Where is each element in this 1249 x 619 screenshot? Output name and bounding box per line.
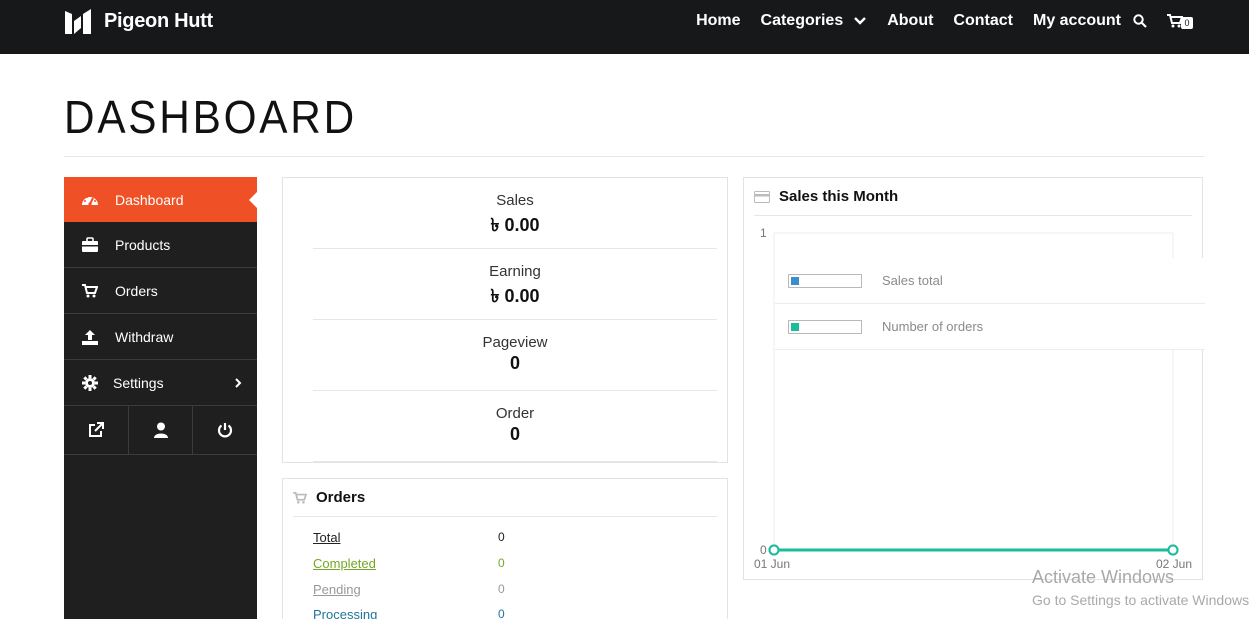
chart-x-tick-label: 01 Jun	[754, 557, 790, 571]
stat-label: Sales	[496, 192, 534, 209]
order-link-pending[interactable]: Pending	[313, 582, 498, 597]
user-icon	[153, 422, 168, 438]
stat-earning: Earning ৳ 0.00	[313, 249, 717, 320]
order-link-processing[interactable]: Processing	[313, 607, 498, 619]
activate-windows-hint: Go to Settings to activate Windows.	[1032, 592, 1249, 608]
upload-icon	[81, 328, 99, 346]
brand-name: Pigeon Hutt	[104, 9, 213, 32]
sidebar-item-label: Products	[115, 236, 171, 253]
stat-pageview: Pageview 0	[313, 320, 717, 391]
stats-panel: Sales ৳ 0.00 Earning ৳ 0.00 Pageview 0 O…	[282, 177, 728, 463]
legend-label: Sales total	[882, 273, 943, 288]
sales-chart-title: Sales this Month	[779, 188, 899, 205]
stat-sales: Sales ৳ 0.00	[313, 178, 717, 249]
top-navbar: Pigeon Hutt Home Categories About Contac…	[0, 0, 1249, 54]
legend-swatch	[791, 276, 799, 285]
main-nav: Home Categories About Contact My account…	[696, 10, 1195, 32]
sidebar-item-label: Orders	[115, 282, 158, 299]
external-link-icon	[88, 422, 104, 437]
stat-value: ৳ 0.00	[490, 286, 540, 306]
stat-value: 0	[509, 353, 520, 373]
legend-swatch	[791, 322, 799, 331]
gear-icon	[81, 374, 99, 392]
dashboard-sidebar: Dashboard Products Orders Withdraw Setti…	[64, 177, 257, 619]
brand-logo-icon	[65, 9, 91, 34]
credit-card-icon	[754, 190, 770, 203]
orders-header: Orders	[293, 479, 717, 517]
cart-count-badge: 0	[1181, 17, 1193, 29]
order-row-total: Total 0	[313, 530, 505, 545]
search-icon[interactable]	[1133, 14, 1147, 28]
order-count: 0	[498, 556, 505, 570]
nav-contact[interactable]: Contact	[953, 12, 1013, 30]
stat-label: Order	[495, 405, 535, 422]
chart-data-point	[1167, 544, 1179, 556]
sidebar-item-products[interactable]: Products	[64, 222, 257, 268]
stat-label: Pageview	[482, 334, 548, 351]
dashboard-icon	[81, 191, 99, 209]
chart-data-point	[768, 544, 780, 556]
briefcase-icon	[81, 236, 99, 254]
cart-icon	[81, 282, 99, 300]
nav-home[interactable]: Home	[696, 12, 740, 30]
order-row-completed: Completed 0	[313, 556, 505, 571]
sidebar-item-settings[interactable]: Settings	[64, 360, 257, 406]
sidebar-item-label: Settings	[113, 374, 164, 391]
cart-button[interactable]: 0	[1167, 10, 1195, 32]
power-icon	[218, 423, 233, 438]
orders-panel: Orders Total 0 Completed 0 Pending 0 Pro…	[282, 478, 728, 619]
brand[interactable]: Pigeon Hutt	[64, 7, 213, 35]
order-link-total[interactable]: Total	[313, 530, 498, 545]
activate-windows-watermark: Activate Windows	[1032, 567, 1175, 587]
legend-item-number-of-orders[interactable]: Number of orders	[775, 304, 1205, 350]
stat-value: ৳ 0.00	[490, 215, 540, 235]
sidebar-item-dashboard[interactable]: Dashboard	[64, 177, 257, 222]
legend-item-sales-total[interactable]: Sales total	[775, 258, 1205, 304]
stat-order: Order 0	[313, 391, 717, 462]
sidebar-item-orders[interactable]: Orders	[64, 268, 257, 314]
order-count: 0	[498, 582, 505, 596]
sidebar-tools	[64, 406, 257, 455]
order-row-processing: Processing 0	[313, 607, 505, 619]
sidebar-item-label: Withdraw	[115, 328, 174, 345]
chevron-right-icon	[235, 378, 242, 388]
nav-about[interactable]: About	[887, 12, 933, 30]
legend-swatch-box	[788, 319, 862, 334]
page-title: DASHBOARD	[64, 91, 357, 143]
chevron-down-icon	[854, 17, 867, 25]
legend-swatch-box	[788, 273, 862, 288]
order-count: 0	[498, 530, 505, 544]
chart-y-tick-label: 1	[760, 226, 767, 240]
legend-label: Number of orders	[882, 319, 984, 334]
cart-icon	[293, 491, 307, 504]
logout-button[interactable]	[193, 406, 257, 454]
order-link-completed[interactable]: Completed	[313, 556, 498, 571]
sidebar-item-label: Dashboard	[115, 191, 184, 208]
divider	[64, 156, 1204, 157]
chart-y-tick-label: 0	[760, 543, 767, 557]
stat-label: Earning	[489, 263, 541, 280]
chart-legend: Sales total Number of orders	[775, 258, 1205, 350]
orders-title: Orders	[316, 489, 366, 506]
order-count: 0	[498, 607, 505, 619]
nav-categories-label: Categories	[760, 12, 844, 29]
nav-my-account[interactable]: My account	[1033, 12, 1121, 30]
visit-store-button[interactable]	[64, 406, 129, 454]
edit-account-button[interactable]	[129, 406, 194, 454]
stat-value: 0	[509, 424, 520, 444]
order-row-pending: Pending 0	[313, 582, 505, 597]
sidebar-item-withdraw[interactable]: Withdraw	[64, 314, 257, 360]
nav-categories[interactable]: Categories	[761, 12, 868, 30]
